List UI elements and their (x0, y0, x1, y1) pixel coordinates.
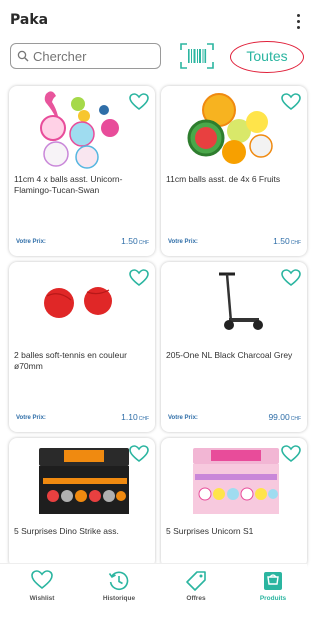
price-value: 1.50CHF (273, 236, 301, 246)
price-label: Votre Prix: (168, 415, 198, 421)
product-card[interactable]: 11cm 4 x balls asst. Unicorn-Flamingo-Tu… (9, 86, 155, 256)
price-value: 1.10CHF (121, 412, 149, 422)
tab-label: Offres (186, 595, 206, 602)
price-label: Votre Prix: (16, 415, 46, 421)
tab-wishlist[interactable]: Wishlist (4, 564, 80, 606)
product-name: 5 Surprises Dino Strike ass. (14, 526, 119, 536)
cart-icon (264, 572, 282, 590)
search-row: Toutes (0, 40, 307, 74)
price-value: 99.00CHF (268, 412, 301, 422)
wishlist-heart-icon[interactable] (129, 93, 149, 111)
product-name: 11cm balls asst. de 4x 6 Fruits (166, 174, 281, 184)
product-name: 2 balles soft-tennis en couleur ø70mm (14, 350, 127, 371)
product-name: 205-One NL Black Charcoal Grey (166, 350, 293, 360)
price-value: 1.50CHF (121, 236, 149, 246)
price-label: Votre Prix: (168, 239, 198, 245)
tab-label: Wishlist (29, 595, 55, 602)
all-categories-button[interactable]: Toutes (230, 41, 304, 73)
search-icon (17, 50, 29, 62)
product-card[interactable]: 2 balles soft-tennis en couleur ø70mm Vo… (9, 262, 155, 432)
wishlist-heart-icon[interactable] (281, 93, 301, 111)
price-label: Votre Prix: (16, 239, 46, 245)
tab-offers[interactable]: Offres (158, 564, 234, 606)
product-card[interactable]: 5 Surprises Unicorn S1 (161, 438, 307, 568)
wishlist-heart-icon[interactable] (281, 269, 301, 287)
tab-history[interactable]: Historique (81, 564, 157, 606)
app-header: Paka (0, 0, 307, 40)
tag-icon (186, 571, 206, 591)
tab-label: Historique (102, 595, 136, 602)
barcode-scanner-icon[interactable] (179, 42, 215, 70)
product-card[interactable]: 205-One NL Black Charcoal Grey Votre Pri… (161, 262, 307, 432)
wishlist-heart-icon[interactable] (281, 445, 301, 463)
product-card[interactable]: 5 Surprises Dino Strike ass. (9, 438, 155, 568)
more-menu-icon[interactable] (295, 14, 301, 34)
tab-products[interactable]: Produits (235, 564, 311, 606)
wishlist-heart-icon[interactable] (129, 445, 149, 463)
history-icon (108, 571, 129, 591)
product-name: 5 Surprises Unicorn S1 (166, 526, 254, 536)
wishlist-heart-icon[interactable] (129, 269, 149, 287)
tab-label: Produits (259, 595, 287, 602)
search-box[interactable] (10, 43, 161, 69)
app-title: Paka (10, 12, 49, 28)
product-name: 11cm 4 x balls asst. Unicorn-Flamingo-Tu… (14, 174, 123, 195)
heart-icon (31, 570, 53, 590)
bottom-tab-bar: Wishlist Historique Offres Produits (0, 563, 307, 617)
product-card[interactable]: 11cm balls asst. de 4x 6 Fruits Votre Pr… (161, 86, 307, 256)
search-input[interactable] (33, 47, 157, 65)
